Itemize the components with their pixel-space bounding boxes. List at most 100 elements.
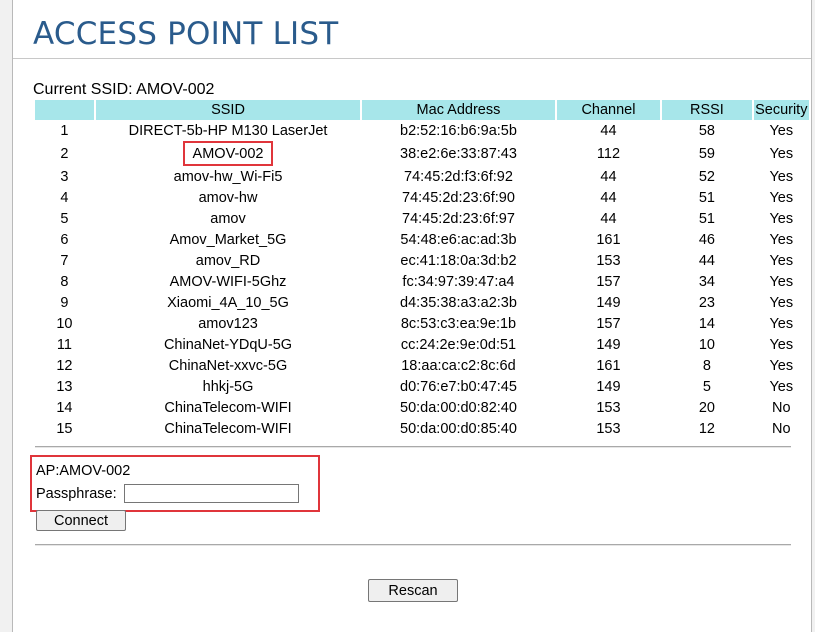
cell-mac-address: cc:24:2e:9e:0d:51 xyxy=(400,336,517,353)
cell-mac-address: 54:48:e6:ac:ad:3b xyxy=(400,231,517,248)
cell-channel: 161 xyxy=(596,357,621,374)
cell-index: 14 xyxy=(56,399,73,416)
title-bar: ACCESS POINT LIST xyxy=(13,0,811,59)
cell-rssi: 52 xyxy=(698,168,715,185)
cell-security: No xyxy=(772,399,791,416)
header-rssi: RSSI xyxy=(662,100,752,120)
cell-rssi: 20 xyxy=(698,399,715,416)
table-row[interactable]: 3 amov-hw_Wi-Fi5 74:45:2d:f3:6f:92 44 52 Yes xyxy=(35,166,809,187)
cell-channel: 153 xyxy=(596,252,621,269)
cell-mac-address: 50:da:00:d0:82:40 xyxy=(400,399,517,416)
cell-channel: 44 xyxy=(600,210,617,227)
cell-index: 3 xyxy=(60,168,69,185)
cell-channel: 149 xyxy=(596,294,621,311)
cell-rssi: 8 xyxy=(702,357,711,374)
selected-ap-label: AP:AMOV-002 xyxy=(36,463,131,479)
access-point-table: SSID Mac Address Channel RSSI Security 1… xyxy=(33,100,811,439)
cell-index: 9 xyxy=(60,294,69,311)
cell-index: 8 xyxy=(60,273,69,290)
cell-rssi: 44 xyxy=(698,252,715,269)
cell-security: Yes xyxy=(769,231,794,248)
cell-ssid: Xiaomi_4A_10_5G xyxy=(167,294,289,311)
cell-channel: 153 xyxy=(596,399,621,416)
cell-ssid: amov_RD xyxy=(195,252,261,269)
cell-channel: 112 xyxy=(596,145,621,162)
cell-mac-address: 50:da:00:d0:85:40 xyxy=(400,420,517,437)
cell-channel: 149 xyxy=(596,378,621,395)
cell-channel: 44 xyxy=(600,168,617,185)
table-row[interactable]: 12 ChinaNet-xxvc-5G 18:aa:ca:c2:8c:6d 161 8 Y… xyxy=(35,355,809,376)
cell-rssi: 51 xyxy=(698,210,715,227)
cell-security: Yes xyxy=(769,357,794,374)
table-header-row: SSID Mac Address Channel RSSI Security xyxy=(35,100,809,120)
table-row[interactable]: 15 ChinaTelecom-WIFI 50:da:00:d0:85:40 153 1… xyxy=(35,418,809,439)
cell-rssi: 5 xyxy=(702,378,711,395)
cell-index: 12 xyxy=(56,357,73,374)
cell-security: Yes xyxy=(769,122,794,139)
cell-index: 4 xyxy=(60,189,69,206)
cell-index: 1 xyxy=(60,122,69,139)
cell-index: 10 xyxy=(56,315,73,332)
cell-rssi: 14 xyxy=(698,315,715,332)
cell-rssi: 10 xyxy=(698,336,715,353)
page-frame: ACCESS POINT LIST Current SSID: AMOV-002… xyxy=(12,0,812,632)
cell-mac-address: 18:aa:ca:c2:8c:6d xyxy=(401,357,516,374)
cell-ssid: Amov_Market_5G xyxy=(169,231,287,248)
cell-mac-address: fc:34:97:39:47:a4 xyxy=(402,273,515,290)
access-point-rows: 1 DIRECT-5b-HP M130 LaserJet b2:52:16:b6:9… xyxy=(35,120,809,439)
cell-index: 15 xyxy=(56,420,73,437)
header-ssid: SSID xyxy=(95,100,361,120)
table-row[interactable]: 9 Xiaomi_4A_10_5G d4:35:38:a3:a2:3b 149 23 Ye… xyxy=(35,292,809,313)
cell-mac-address: d4:35:38:a3:a2:3b xyxy=(400,294,517,311)
cell-rssi: 51 xyxy=(698,189,715,206)
table-row[interactable]: 10 amov123 8c:53:c3:ea:9e:1b 157 14 Yes xyxy=(35,313,809,334)
cell-channel: 44 xyxy=(600,189,617,206)
rescan-button[interactable]: Rescan xyxy=(368,579,458,602)
cell-security: Yes xyxy=(769,315,794,332)
cell-mac-address: 74:45:2d:23:6f:90 xyxy=(402,189,515,206)
cell-ssid: ChinaNet-xxvc-5G xyxy=(168,357,288,374)
cell-security: Yes xyxy=(769,210,794,227)
cell-ssid: amov-hw xyxy=(198,189,258,206)
cell-ssid: amov123 xyxy=(198,315,258,332)
cell-rssi: 12 xyxy=(698,420,715,437)
table-row[interactable]: 1 DIRECT-5b-HP M130 LaserJet b2:52:16:b6:9… xyxy=(35,120,809,141)
cell-ssid: AMOV-002 xyxy=(96,141,360,166)
header-security: Security xyxy=(753,100,809,120)
cell-security: Yes xyxy=(769,378,794,395)
cell-ssid: DIRECT-5b-HP M130 LaserJet xyxy=(128,122,328,139)
header-mac-address: Mac Address xyxy=(362,100,555,120)
cell-security: Yes xyxy=(769,273,794,290)
cell-channel: 157 xyxy=(596,273,621,290)
cell-index: 6 xyxy=(60,231,69,248)
header-channel: Channel xyxy=(556,100,661,120)
cell-security: Yes xyxy=(769,189,794,206)
cell-mac-address: d0:76:e7:b0:47:45 xyxy=(400,378,517,395)
table-row[interactable]: 4 amov-hw 74:45:2d:23:6f:90 44 51 Yes xyxy=(35,187,809,208)
cell-rssi: 23 xyxy=(698,294,715,311)
cell-ssid: ChinaTelecom-WIFI xyxy=(164,420,292,437)
table-row[interactable]: 14 ChinaTelecom-WIFI 50:da:00:d0:82:40 153 2… xyxy=(35,397,809,418)
table-row[interactable]: 11 ChinaNet-YDqU-5G cc:24:2e:9e:0d:51 149 10… xyxy=(35,334,809,355)
cell-rssi: 46 xyxy=(698,231,715,248)
cell-mac-address: 74:45:2d:f3:6f:92 xyxy=(404,168,513,185)
table-row[interactable]: 13 hhkj-5G d0:76:e7:b0:47:45 149 5 Yes xyxy=(35,376,809,397)
table-row[interactable]: 8 AMOV-WIFI-5Ghz fc:34:97:39:47:a4 157 34 Yes xyxy=(35,271,809,292)
current-ssid-label: Current SSID: AMOV-002 xyxy=(33,81,215,98)
table-row[interactable]: 6 Amov_Market_5G 54:48:e6:ac:ad:3b 161 46 Yes xyxy=(35,229,809,250)
table-row[interactable]: 5 amov 74:45:2d:23:6f:97 44 51 Yes xyxy=(35,208,809,229)
cell-mac-address: ec:41:18:0a:3d:b2 xyxy=(400,252,517,269)
cell-index: 5 xyxy=(60,210,69,227)
cell-channel: 149 xyxy=(596,336,621,353)
cell-security: Yes xyxy=(769,336,794,353)
cell-mac-address: 38:e2:6e:33:87:43 xyxy=(400,145,517,162)
passphrase-input[interactable] xyxy=(124,484,299,503)
table-row[interactable]: 7 amov_RD ec:41:18:0a:3d:b2 153 44 Yes xyxy=(35,250,809,271)
table-row[interactable]: 2 AMOV-002 38:e2:6e:33:87:43 112 59 Yes xyxy=(35,141,809,166)
cell-security: Yes xyxy=(769,294,794,311)
connect-button[interactable]: Connect xyxy=(36,510,126,531)
cell-channel: 157 xyxy=(596,315,621,332)
cell-mac-address: 74:45:2d:23:6f:97 xyxy=(402,210,515,227)
cell-ssid: hhkj-5G xyxy=(202,378,254,395)
divider xyxy=(35,544,791,546)
